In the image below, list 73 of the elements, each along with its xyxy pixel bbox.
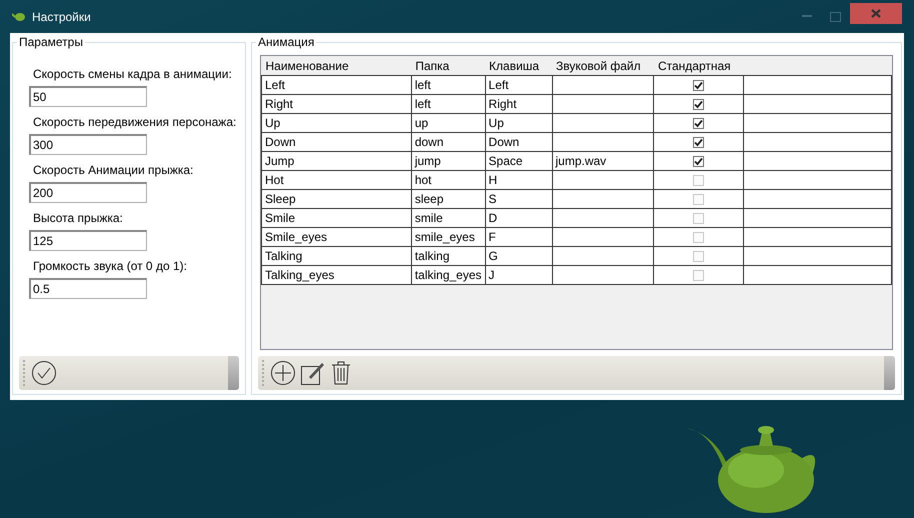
window-title: Настройки (32, 10, 91, 24)
table-cell: Down (262, 132, 412, 152)
input-field[interactable]: 125 (29, 230, 147, 251)
delete-button[interactable] (330, 359, 352, 388)
overflow-button[interactable] (228, 356, 239, 390)
minimize-icon (802, 15, 812, 18)
field-label: Высота прыжка: (33, 211, 124, 225)
table-cell: left (411, 76, 486, 94)
table-cell: up (411, 114, 486, 132)
maximize-icon (830, 12, 840, 22)
table-cell: smile_eyes (411, 228, 486, 246)
table-cell: sleep (411, 190, 486, 208)
table-cell: smile (411, 208, 486, 228)
checkbox[interactable] (693, 156, 704, 168)
table-cell: Jump (262, 152, 412, 170)
table-cell: jump.wav (552, 152, 654, 170)
add-button[interactable] (270, 359, 296, 388)
input-field[interactable]: 200 (29, 182, 147, 203)
column-header[interactable]: Звуковой файл (552, 56, 654, 76)
group-title: Параметры (18, 35, 84, 49)
checkbox[interactable] (693, 213, 704, 224)
table-cell: Talking (262, 246, 412, 266)
checkbox[interactable] (693, 80, 704, 92)
confirm-button[interactable] (31, 359, 57, 387)
table-cell: talking_eyes (411, 266, 486, 284)
column-header[interactable]: Клавиша (485, 56, 552, 76)
table-cell: left (411, 94, 486, 114)
table-cell: Down (485, 132, 552, 152)
table-cell: S (485, 190, 552, 208)
field-label: Громкость звука (от 0 до 1): (33, 259, 188, 273)
table-cell: Right (262, 94, 412, 114)
table-cell: D (485, 208, 552, 228)
table-cell: Right (485, 94, 552, 114)
table-cell: Hot (262, 170, 412, 190)
app-icon (12, 12, 26, 22)
table-cell: G (485, 246, 552, 266)
checkbox[interactable] (693, 251, 704, 262)
table-cell: Smile (262, 208, 412, 228)
input-field[interactable]: 0.5 (29, 278, 147, 299)
table-cell: Space (485, 152, 552, 170)
input-field[interactable]: 300 (29, 134, 147, 155)
table-cell: hot (411, 170, 486, 190)
table-cell: Left (262, 76, 412, 94)
checkbox[interactable] (693, 118, 704, 130)
table-cell: Up (485, 114, 552, 132)
table-cell: Smile_eyes (262, 228, 412, 246)
table-cell: Left (485, 76, 552, 94)
table-cell: down (411, 132, 486, 152)
column-header[interactable]: Папка (411, 56, 486, 76)
table-cell: J (485, 266, 552, 284)
table-cell: Talking_eyes (262, 266, 412, 284)
checkbox[interactable] (693, 137, 704, 148)
field-label: Скорость передвижения персонажа: (33, 115, 238, 129)
checkbox[interactable] (693, 194, 704, 206)
table-cell: talking (411, 246, 486, 266)
checkbox[interactable] (693, 270, 704, 282)
field-label: Скорость смены кадра в анимации: (33, 67, 233, 81)
table-cell: jump (411, 152, 486, 170)
field-label: Скорость Анимации прыжка: (33, 163, 194, 177)
table-cell: F (485, 228, 552, 246)
checkbox[interactable] (693, 175, 704, 186)
table-cell: Up (262, 114, 412, 132)
group-title: Анимация (257, 35, 316, 49)
column-header[interactable]: Стандартная (654, 56, 744, 76)
input-field[interactable]: 50 (29, 86, 147, 107)
checkbox[interactable] (693, 99, 704, 110)
table-cell: H (485, 170, 552, 190)
close-icon (871, 9, 881, 18)
column-header[interactable]: Наименование (262, 56, 412, 76)
overflow-button[interactable] (884, 356, 895, 390)
close-button[interactable] (850, 3, 902, 24)
checkbox[interactable] (693, 232, 704, 244)
table-cell: Sleep (262, 190, 412, 208)
